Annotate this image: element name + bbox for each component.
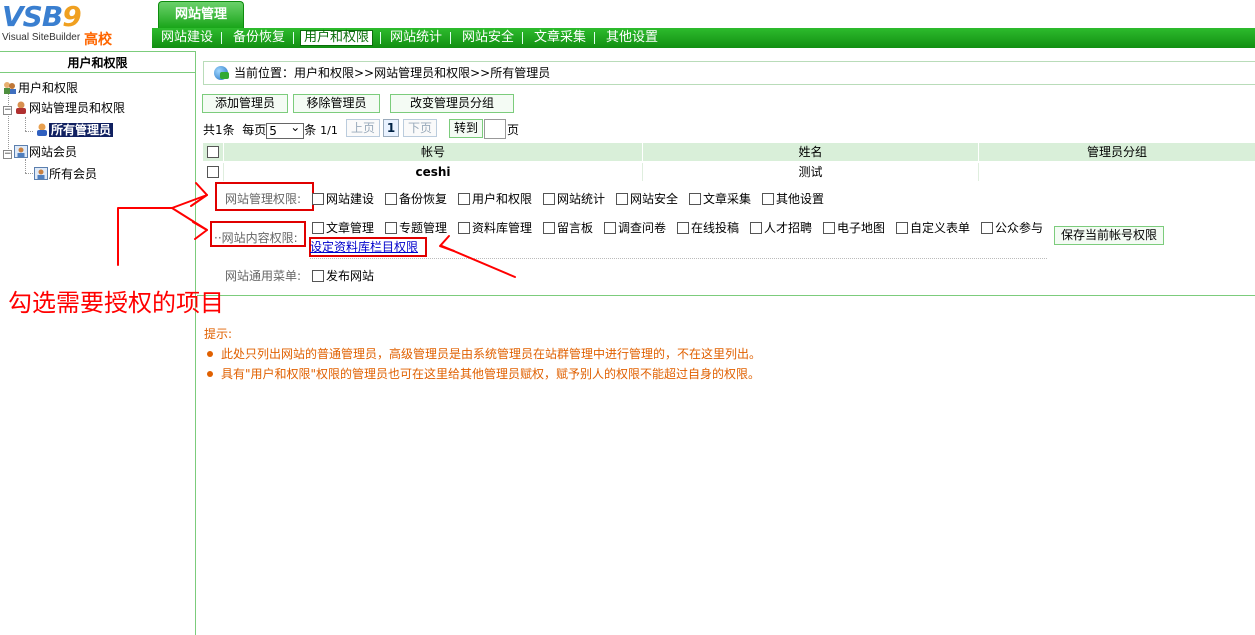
- arrow-head: [190, 182, 208, 207]
- page: VSB9 Visual SiteBuilder 高校 网站管理 网站建设 备份恢…: [0, 0, 1255, 635]
- arrow-to-site-admin: [117, 194, 208, 266]
- arrow-head: [439, 235, 455, 252]
- annotation-text: 勾选需要授权的项目: [8, 289, 224, 317]
